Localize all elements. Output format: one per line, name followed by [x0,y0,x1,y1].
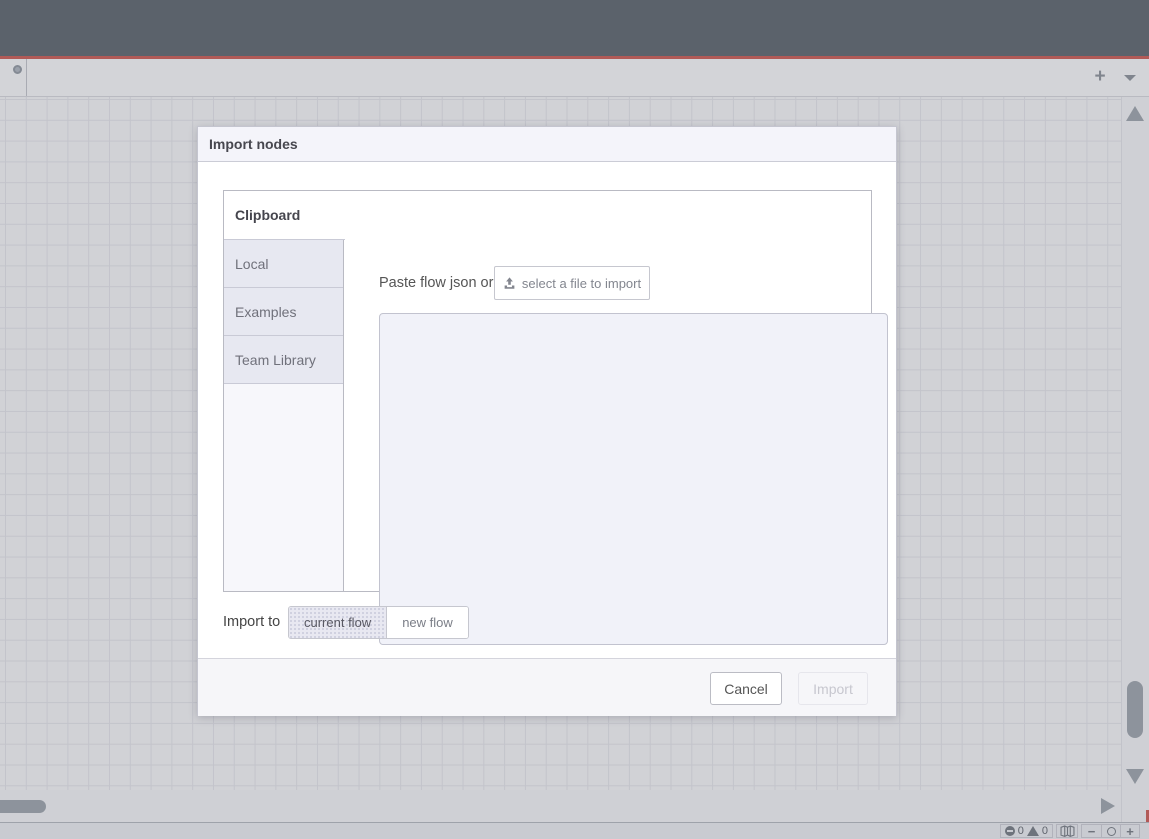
warning-count: 0 [1042,825,1048,837]
import-source-panel: Clipboard Local Examples Team Library Pa… [223,190,872,592]
horizontal-scroll-track[interactable] [0,790,1121,822]
cancel-button[interactable]: Cancel [710,672,782,705]
import-to-label: Import to [223,606,280,639]
add-flow-button[interactable]: + [1088,59,1112,96]
vertical-scrollbar-thumb[interactable] [1127,681,1143,738]
flow-list-button chevron-down-icon[interactable] [1124,75,1136,81]
app-header [0,0,1149,56]
import-button[interactable]: Import [798,672,868,705]
flow-tab-stub[interactable] [0,59,27,96]
map-icon [1060,825,1075,837]
tab-local[interactable]: Local [224,240,343,288]
dialog-title: Import nodes [198,127,896,162]
zoom-in-icon: + [1126,825,1134,838]
flow-json-input[interactable] [379,313,888,645]
zoom-controls: − + [1081,824,1140,838]
import-nodes-dialog: Import nodes Clipboard Local Examples Te… [197,126,897,716]
zoom-out-icon: − [1088,825,1096,838]
import-to-current-flow-button[interactable]: current flow [289,607,387,638]
upload-icon [503,277,516,290]
zoom-out-button[interactable]: − [1082,825,1101,837]
scroll-right-icon[interactable] [1101,798,1115,814]
workspace-tabbar: + [0,59,1149,97]
select-file-button[interactable]: select a file to import [494,266,650,300]
zoom-reset-button[interactable] [1101,825,1120,837]
paste-flow-label: Paste flow json or [379,266,493,300]
tab-team-library[interactable]: Team Library [224,336,343,384]
select-file-label: select a file to import [522,276,641,291]
tab-examples[interactable]: Examples [224,288,343,336]
import-source-tabs: Clipboard Local Examples Team Library [224,191,344,591]
scroll-down-icon[interactable] [1126,769,1144,784]
horizontal-scrollbar-thumb[interactable] [0,800,46,813]
scroll-up-icon[interactable] [1126,106,1144,121]
plus-icon: + [1094,66,1105,87]
lint-status-box[interactable]: 0 0 [1000,824,1053,838]
flow-tab-icon [13,65,22,74]
error-count: 0 [1018,825,1024,837]
navigator-button[interactable] [1056,824,1078,838]
import-to-new-flow-button[interactable]: new flow [387,607,468,638]
import-target-toggle: current flow new flow [288,606,469,639]
workspace-statusbar: 0 0 − + [0,822,1149,839]
tab-clipboard[interactable]: Clipboard [224,191,345,240]
error-icon [1005,826,1015,836]
zoom-in-button[interactable]: + [1120,825,1139,837]
warning-icon [1027,826,1039,836]
dialog-footer: Cancel Import [198,658,896,716]
zoom-reset-icon [1107,827,1116,836]
